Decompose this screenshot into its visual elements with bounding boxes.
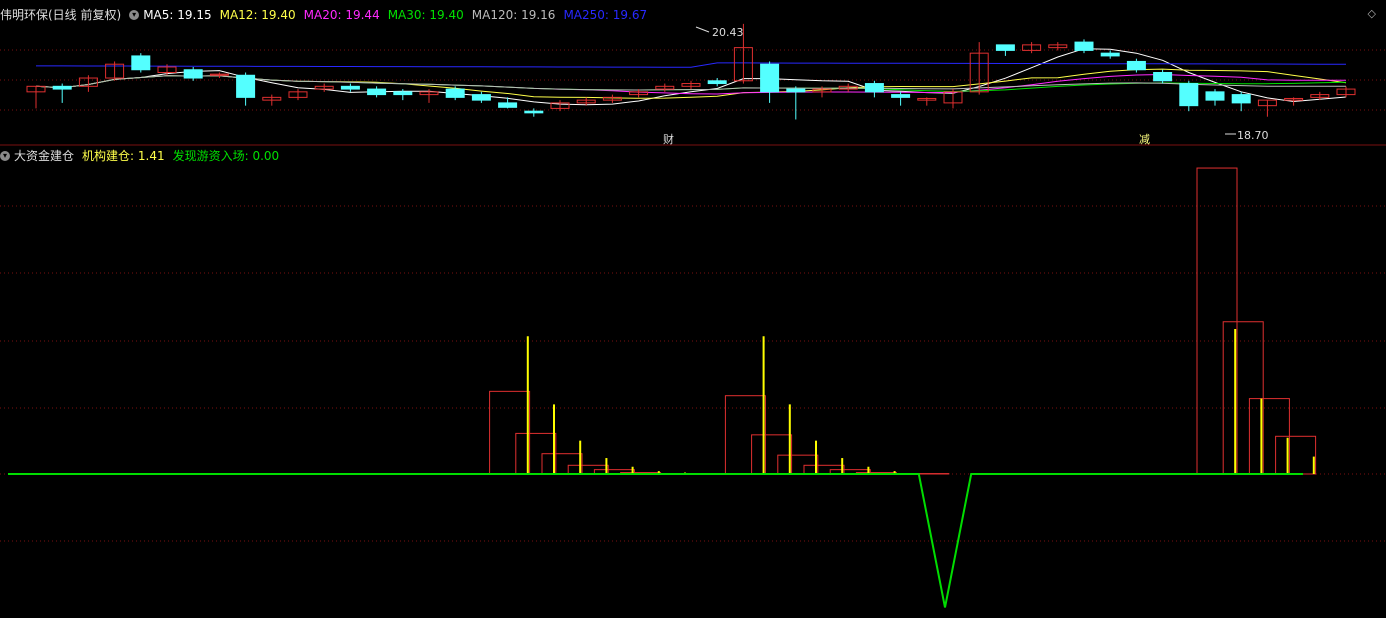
candle-body bbox=[1074, 41, 1094, 51]
ma250-label: MA250: 19.67 bbox=[563, 8, 648, 22]
candle-body bbox=[340, 85, 360, 90]
candle-body bbox=[445, 88, 465, 98]
candle-body bbox=[1100, 52, 1120, 57]
candle-body bbox=[891, 94, 911, 98]
red-box-bar bbox=[777, 454, 819, 475]
candlestick-series[interactable] bbox=[26, 23, 1356, 120]
price-panel-grid bbox=[0, 49, 1386, 111]
candle-body bbox=[393, 91, 413, 96]
indicator-panel-grid bbox=[0, 205, 1386, 542]
dropdown-icon[interactable]: ▾ bbox=[129, 10, 140, 20]
candle-body bbox=[498, 102, 518, 108]
candle-body bbox=[1179, 83, 1199, 107]
indicator-name[interactable]: 大资金建仓 bbox=[14, 148, 74, 164]
red-box-bar bbox=[1222, 321, 1264, 475]
ma5-label: MA5: 19.15 bbox=[143, 8, 212, 22]
red-box-bar bbox=[541, 453, 583, 475]
price-markers: 20.43 18.70 财 减 bbox=[663, 26, 1269, 146]
candle-body bbox=[524, 110, 544, 114]
jigou-label: 机构建仓: 1.41 bbox=[82, 149, 165, 163]
candle-body bbox=[707, 80, 727, 85]
high-price-marker: 20.43 bbox=[712, 26, 744, 39]
ma12-label: MA12: 19.40 bbox=[219, 8, 296, 22]
high-marker-arrow bbox=[695, 26, 710, 33]
low-price-marker: 18.70 bbox=[1237, 129, 1269, 142]
price-panel-header: 伟明环保(日线 前复权) ▾ MA5: 19.15 MA12: 19.40 MA… bbox=[0, 7, 655, 23]
candle-body bbox=[367, 88, 387, 96]
red-box-bar bbox=[489, 390, 531, 475]
diamond-icon[interactable]: ◇ bbox=[1368, 7, 1376, 20]
ma120-label: MA120: 19.16 bbox=[471, 8, 556, 22]
candle-body bbox=[236, 74, 256, 98]
candle-body bbox=[471, 94, 491, 101]
ma250-line bbox=[36, 62, 1346, 68]
red-box-bar bbox=[1196, 167, 1238, 475]
faxian-label: 发现游资入场: 0.00 bbox=[172, 149, 280, 163]
ma30-label: MA30: 19.40 bbox=[387, 8, 464, 22]
moving-average-lines[interactable] bbox=[35, 48, 1347, 106]
event-cai-badge[interactable]: 财 bbox=[663, 132, 674, 146]
candle-body bbox=[1153, 72, 1173, 82]
candle-body bbox=[1126, 60, 1146, 71]
chart-stage: 20.43 18.70 财 减 bbox=[0, 23, 1386, 608]
dropdown-icon[interactable]: ▾ bbox=[0, 151, 10, 161]
candle-body bbox=[131, 55, 151, 71]
candle-body bbox=[52, 85, 72, 90]
candle-body bbox=[1205, 91, 1225, 101]
candle-body bbox=[995, 44, 1015, 51]
indicator-panel-header: ▾ 大资金建仓 机构建仓: 1.41 发现游资入场: 0.00 bbox=[0, 148, 287, 164]
red-box-bar bbox=[1275, 435, 1317, 475]
candle-body bbox=[760, 63, 780, 93]
candle-body bbox=[183, 69, 203, 79]
event-jian-badge[interactable]: 减 bbox=[1139, 133, 1150, 146]
candle-body bbox=[786, 88, 806, 93]
candle-body bbox=[864, 83, 884, 93]
candle-body bbox=[1231, 94, 1251, 104]
stock-title[interactable]: 伟明环保(日线 前复权) bbox=[0, 7, 121, 23]
ma20-label: MA20: 19.44 bbox=[303, 8, 380, 22]
red-box-bar bbox=[751, 434, 793, 475]
